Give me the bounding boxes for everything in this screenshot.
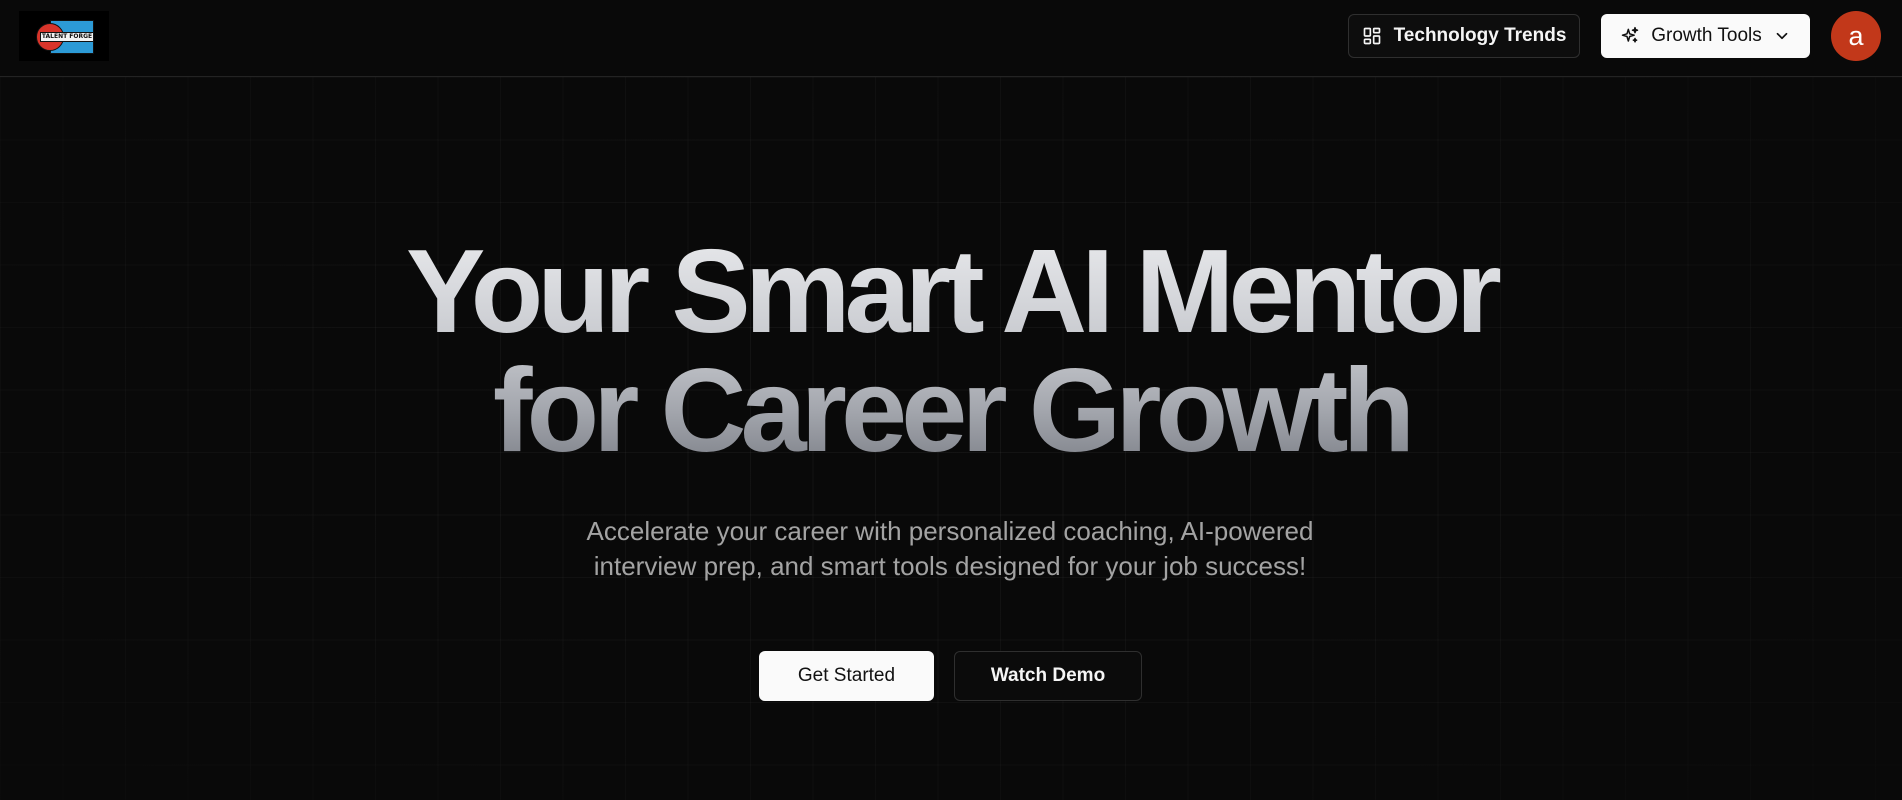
get-started-button[interactable]: Get Started: [759, 651, 934, 701]
user-avatar[interactable]: a: [1831, 11, 1881, 61]
dashboard-grid-icon: [1362, 26, 1382, 46]
headline-line-1: Your Smart AI Mentor: [406, 225, 1496, 358]
landing-page: TALENT FORGE Technology Trends Growth To…: [0, 0, 1902, 800]
chevron-down-icon: [1773, 27, 1791, 45]
growth-tools-label: Growth Tools: [1651, 25, 1762, 46]
hero-headline: Your Smart AI Mentor for Career Growth: [0, 232, 1902, 470]
logo-mark: TALENT FORGE: [36, 18, 94, 54]
top-navbar: TALENT FORGE Technology Trends Growth To…: [0, 0, 1902, 77]
watch-demo-button[interactable]: Watch Demo: [954, 651, 1142, 701]
sparkles-icon: [1620, 26, 1640, 46]
brand-logo[interactable]: TALENT FORGE: [19, 11, 109, 61]
technology-trends-button[interactable]: Technology Trends: [1348, 14, 1580, 58]
logo-text: TALENT FORGE: [40, 32, 94, 42]
technology-trends-label: Technology Trends: [1393, 25, 1567, 46]
headline-line-2: for Career Growth: [492, 344, 1410, 477]
growth-tools-dropdown[interactable]: Growth Tools: [1601, 14, 1810, 58]
hero-section: Your Smart AI Mentor for Career Growth A…: [0, 0, 1902, 800]
hero-subtext: Accelerate your career with personalized…: [586, 516, 1314, 581]
